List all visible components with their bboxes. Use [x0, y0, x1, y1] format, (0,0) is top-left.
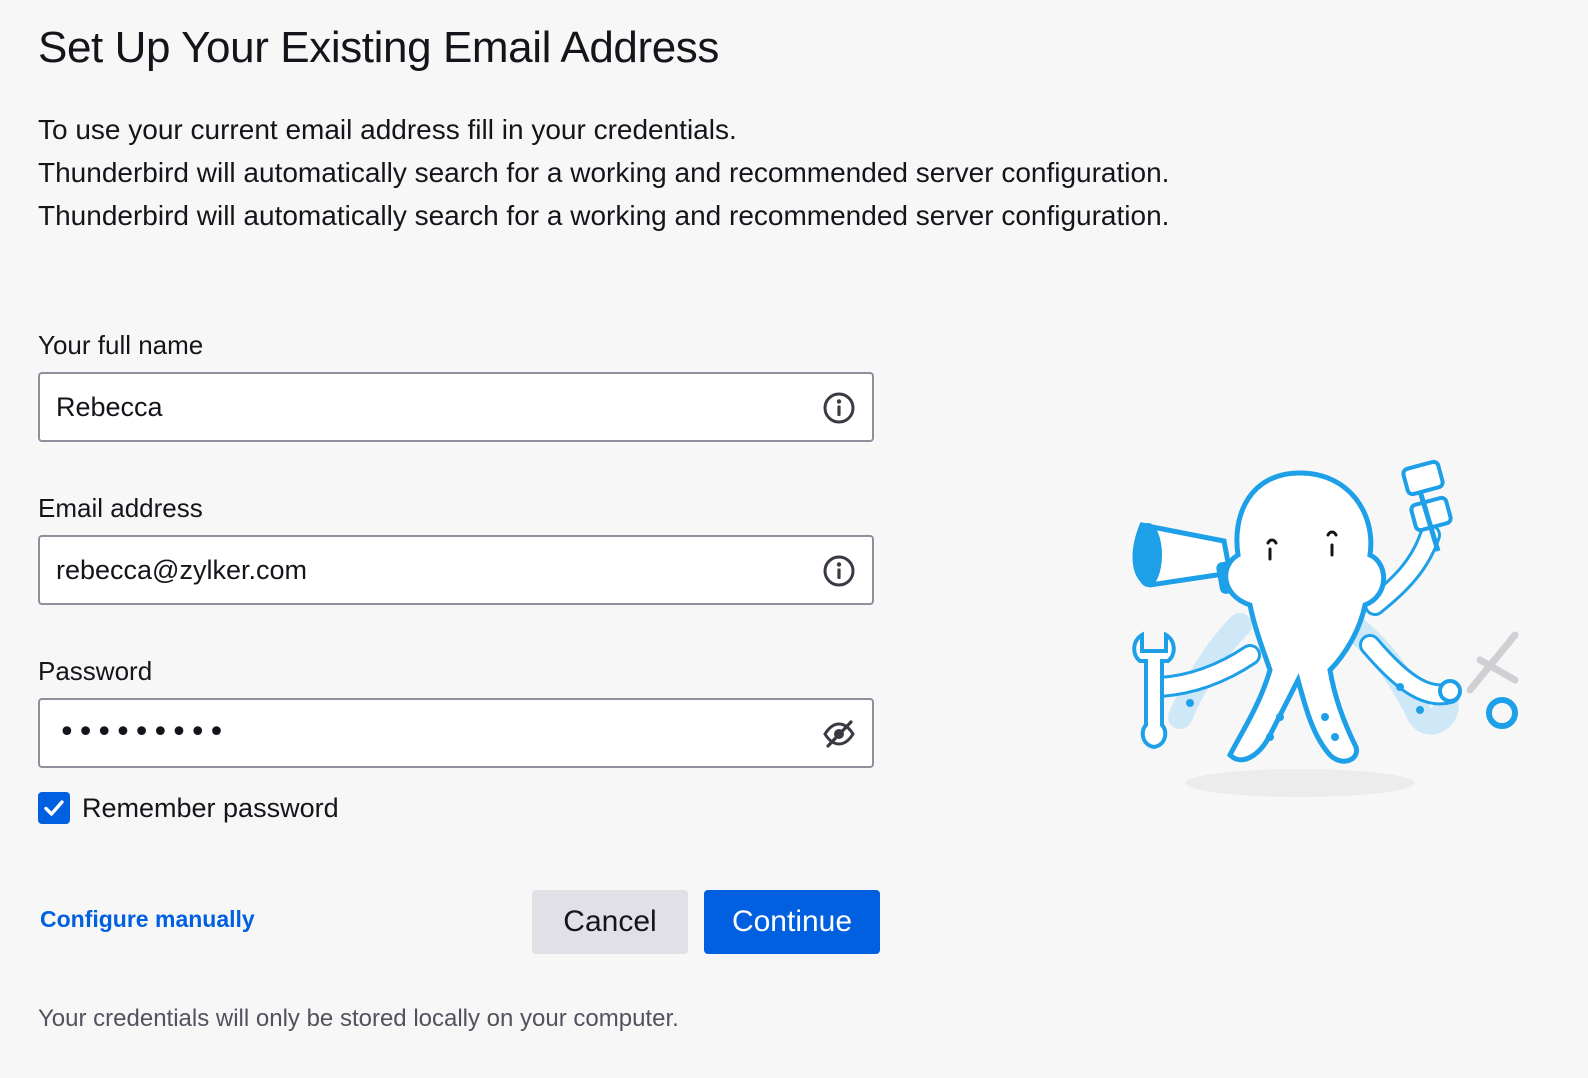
full-name-label: Your full name	[38, 330, 204, 360]
intro-line: Thunderbird will automatically search fo…	[38, 157, 1170, 188]
info-icon[interactable]	[822, 554, 856, 588]
intro-line: Thunderbird will automatically search fo…	[38, 200, 1170, 231]
info-icon[interactable]	[822, 391, 856, 425]
password-label: Password	[38, 656, 153, 686]
checkmark-icon	[44, 800, 64, 816]
intro-line: To use your current email address fill i…	[38, 114, 737, 145]
octopus-mascot-icon	[1132, 459, 1519, 797]
cancel-button[interactable]: Cancel	[532, 890, 688, 954]
password-input[interactable]: •••••••••	[58, 700, 226, 766]
eye-slash-icon[interactable]	[822, 717, 856, 751]
remember-password[interactable]: Remember password	[38, 792, 339, 824]
password-field[interactable]: •••••••••	[38, 698, 874, 768]
account-setup-page: Set Up Your Existing Email Address To us…	[0, 0, 1588, 1078]
continue-button[interactable]: Continue	[704, 890, 880, 954]
page-title: Set Up Your Existing Email Address	[38, 23, 719, 72]
full-name-input[interactable]	[56, 374, 796, 440]
configure-manually-link[interactable]: Configure manually	[40, 906, 255, 933]
remember-password-checkbox[interactable]	[38, 792, 70, 824]
email-field[interactable]	[38, 535, 874, 605]
remember-password-label[interactable]: Remember password	[82, 793, 339, 824]
full-name-field[interactable]	[38, 372, 874, 442]
email-input[interactable]	[56, 537, 796, 603]
credentials-note: Your credentials will only be stored loc…	[38, 1005, 679, 1032]
intro-text: To use your current email address fill i…	[38, 108, 1169, 237]
email-label: Email address	[38, 493, 203, 523]
